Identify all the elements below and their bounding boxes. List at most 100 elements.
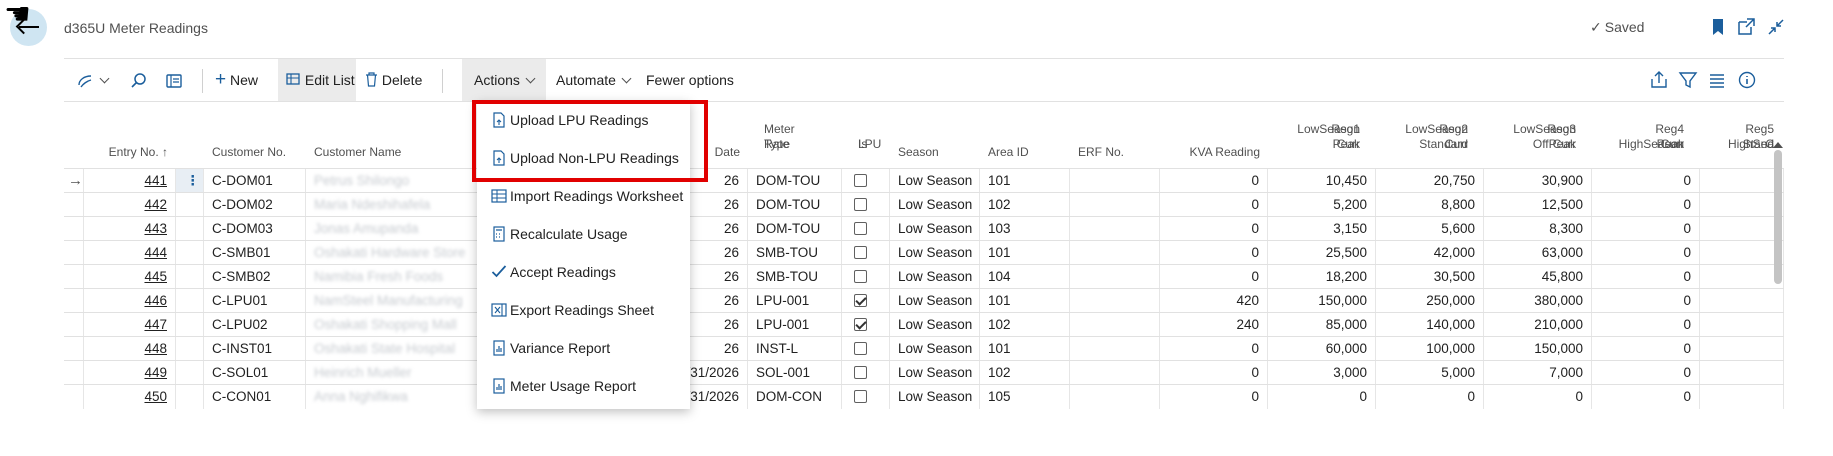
menu-item-recalculate-usage[interactable]: Recalculate Usage	[477, 215, 690, 253]
cell-reg3[interactable]: 150,000	[1484, 337, 1592, 361]
is-lpu-checkbox-cell[interactable]	[842, 241, 890, 265]
cell-kva[interactable]: 240	[1160, 313, 1268, 337]
cell-season[interactable]: Low Season	[890, 361, 980, 385]
cell-reg2[interactable]: 5,600	[1376, 217, 1484, 241]
table-row[interactable]: 445 C-SMB02 Namibia Fresh Foods 26 SMB-TOU Lo…	[64, 264, 1784, 289]
row-selector[interactable]	[64, 289, 84, 313]
cell-reg2[interactable]: 0	[1376, 385, 1484, 409]
row-selector[interactable]	[64, 193, 84, 217]
cell-entry[interactable]: 450	[84, 385, 176, 409]
cell-entry[interactable]: 442	[84, 193, 176, 217]
cell-reg5[interactable]	[1700, 385, 1784, 409]
cell-rate[interactable]: DOM-TOU	[748, 217, 842, 241]
share-icon[interactable]	[1648, 69, 1670, 91]
cell-reg1[interactable]: 18,200	[1268, 265, 1376, 289]
cell-reg4[interactable]: 0	[1592, 361, 1700, 385]
is-lpu-checkbox-cell[interactable]	[842, 265, 890, 289]
cell-customer-no[interactable]: C-SMB01	[204, 241, 306, 265]
cell-area[interactable]: 102	[980, 361, 1070, 385]
cell-customer-no[interactable]: C-DOM03	[204, 217, 306, 241]
menu-item-meter-usage-report[interactable]: Meter Usage Report	[477, 367, 690, 405]
cell-reg2[interactable]: 8,800	[1376, 193, 1484, 217]
cell-reg2[interactable]: 140,000	[1376, 313, 1484, 337]
cell-erf[interactable]	[1070, 193, 1160, 217]
table-row[interactable]: 448 C-INST01 Oshakati State Hospital 26 INST…	[64, 336, 1784, 361]
menu-item-variance-report[interactable]: Variance Report	[477, 329, 690, 367]
cell-reg1[interactable]: 85,000	[1268, 313, 1376, 337]
cell-reg3[interactable]: 63,000	[1484, 241, 1592, 265]
table-row[interactable]: 443 C-DOM03 Jonas Amupanda 26 DOM-TOU Low Sea…	[64, 216, 1784, 241]
row-selector[interactable]	[64, 265, 84, 289]
column-header-reg1[interactable]: Reg1 Peak LowSeason Curr	[1268, 102, 1376, 168]
cell-customer-no[interactable]: C-INST01	[204, 337, 306, 361]
row-actions-button[interactable]	[176, 313, 204, 337]
cell-reg2[interactable]: 100,000	[1376, 337, 1484, 361]
cell-reg1[interactable]: 10,450	[1268, 169, 1376, 193]
column-header-season[interactable]: Season	[890, 102, 980, 168]
column-header-meter-rate-type[interactable]: Meter Rate Type	[748, 102, 842, 168]
cell-reg1[interactable]: 60,000	[1268, 337, 1376, 361]
cell-reg3[interactable]: 7,000	[1484, 361, 1592, 385]
cell-erf[interactable]	[1070, 169, 1160, 193]
menu-item-upload-lpu-readings[interactable]: Upload LPU Readings	[477, 101, 690, 139]
scroll-up-arrow-icon[interactable]	[1773, 142, 1783, 148]
filter-pane-button[interactable]	[165, 59, 183, 101]
filter-icon[interactable]	[1677, 69, 1699, 91]
row-selector[interactable]	[64, 361, 84, 385]
actions-menu-button[interactable]: Actions	[462, 59, 546, 101]
cell-area[interactable]: 101	[980, 289, 1070, 313]
cell-rate[interactable]: SOL-001	[748, 361, 842, 385]
list-view-icon[interactable]	[1706, 69, 1728, 91]
table-row[interactable]: 446 C-LPU01 NamSteel Manufacturing 26 LPU-00…	[64, 288, 1784, 313]
cell-reg3[interactable]: 380,000	[1484, 289, 1592, 313]
cell-entry[interactable]: 445	[84, 265, 176, 289]
cell-reg3[interactable]: 0	[1484, 385, 1592, 409]
column-header-kva-reading[interactable]: KVA Reading	[1160, 102, 1268, 168]
cell-reg4[interactable]: 0	[1592, 337, 1700, 361]
column-header-entry-no[interactable]: Entry No. ↑	[64, 102, 176, 168]
cell-season[interactable]: Low Season	[890, 241, 980, 265]
row-actions-button[interactable]	[176, 289, 204, 313]
cell-season[interactable]: Low Season	[890, 169, 980, 193]
cell-customer-no[interactable]: C-SMB02	[204, 265, 306, 289]
is-lpu-checkbox[interactable]	[854, 246, 867, 259]
row-actions-button[interactable]	[176, 337, 204, 361]
is-lpu-checkbox-cell[interactable]	[842, 289, 890, 313]
open-new-window-icon[interactable]	[1735, 16, 1757, 38]
cell-reg1[interactable]: 150,000	[1268, 289, 1376, 313]
cell-kva[interactable]: 0	[1160, 169, 1268, 193]
row-actions-button[interactable]	[176, 193, 204, 217]
cell-entry[interactable]: 447	[84, 313, 176, 337]
row-selector[interactable]	[64, 313, 84, 337]
is-lpu-checkbox[interactable]	[854, 390, 867, 403]
cell-kva[interactable]: 0	[1160, 193, 1268, 217]
cell-kva[interactable]: 0	[1160, 217, 1268, 241]
cell-kva[interactable]: 0	[1160, 337, 1268, 361]
cell-reg4[interactable]: 0	[1592, 193, 1700, 217]
cell-entry[interactable]: 448	[84, 337, 176, 361]
cell-reg1[interactable]: 0	[1268, 385, 1376, 409]
is-lpu-checkbox-cell[interactable]	[842, 337, 890, 361]
menu-item-accept-readings[interactable]: Accept Readings	[477, 253, 690, 291]
is-lpu-checkbox-cell[interactable]	[842, 313, 890, 337]
table-row[interactable]: 450C-CON01Anna Nghifikwa500500011/31/202…	[64, 384, 1784, 409]
cell-reg3[interactable]: 45,800	[1484, 265, 1592, 289]
cell-area[interactable]: 101	[980, 337, 1070, 361]
cell-reg1[interactable]: 5,200	[1268, 193, 1376, 217]
table-row[interactable]: 447 C-LPU02 Oshakati Shopping Mall 26 LPU-00…	[64, 312, 1784, 337]
is-lpu-checkbox-cell[interactable]	[842, 385, 890, 409]
table-row[interactable]: 442 C-DOM02 Maria Ndeshihafela 26 DOM-TOU Low…	[64, 192, 1784, 217]
row-actions-button[interactable]: ⋮	[176, 169, 204, 193]
vertical-scrollbar[interactable]	[1774, 150, 1782, 284]
cell-reg3[interactable]: 8,300	[1484, 217, 1592, 241]
cell-erf[interactable]	[1070, 313, 1160, 337]
row-selector[interactable]	[64, 385, 84, 409]
cell-reg3[interactable]: 30,900	[1484, 169, 1592, 193]
bookmark-icon[interactable]	[1707, 16, 1729, 38]
cell-entry[interactable]: 446	[84, 289, 176, 313]
cell-rate[interactable]: DOM-CON	[748, 385, 842, 409]
collapse-icon[interactable]	[1765, 16, 1787, 38]
row-selector[interactable]	[64, 337, 84, 361]
cell-erf[interactable]	[1070, 385, 1160, 409]
cell-erf[interactable]	[1070, 337, 1160, 361]
